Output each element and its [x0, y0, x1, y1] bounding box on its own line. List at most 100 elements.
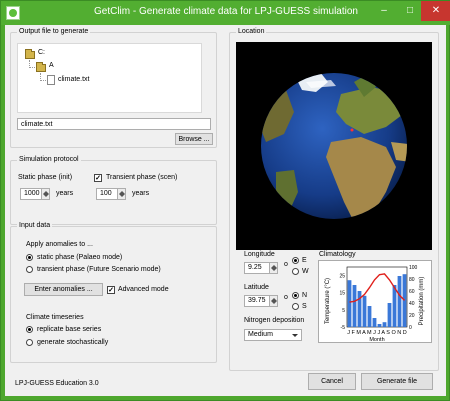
precipitation-bar-4 [362, 295, 367, 327]
static-phase-label: Static phase (init) [18, 174, 73, 181]
close-button[interactable]: ✕ [421, 1, 450, 21]
generate-stochastic-radio[interactable] [26, 339, 33, 346]
folder-icon [25, 49, 35, 59]
longitude-degree-symbol: o [284, 261, 288, 268]
longitude-east-radio[interactable] [292, 257, 299, 264]
tree-folder-label[interactable]: A [49, 62, 54, 69]
input-data-title: Input data [17, 222, 53, 229]
latitude-label: Latitude [244, 284, 269, 291]
temperature-ticks: -5 5 15 25 [339, 274, 345, 331]
transient-phase-checkbox[interactable]: ✓ [94, 174, 102, 182]
replicate-radio-label[interactable]: replicate base series [37, 326, 101, 333]
output-file-group: Output file to generate C: A climate.txt… [10, 28, 217, 148]
precipitation-ticks: 0 20 40 60 80 100 [409, 265, 418, 331]
advanced-mode-label[interactable]: Advanced mode [118, 286, 169, 293]
generate-file-button[interactable]: Generate file [361, 373, 433, 390]
tree-file-label[interactable]: climate.txt [58, 76, 90, 83]
file-icon [47, 75, 55, 85]
latitude-north-radio[interactable] [292, 292, 299, 299]
precipitation-tick-label: 0 [409, 325, 412, 331]
chevron-down-icon[interactable] [292, 334, 298, 337]
longitude-east-label[interactable]: E [302, 257, 307, 264]
app-window: GetClim - Generate climate data for LPJ-… [0, 0, 450, 401]
output-file-group-title: Output file to generate [17, 28, 91, 35]
climatology-title: Climatology [319, 251, 356, 258]
input-data-group: Input data Apply anomalies to ... static… [10, 222, 217, 363]
precipitation-tick-label: 40 [409, 301, 415, 307]
output-filename-input[interactable]: climate.txt [17, 118, 211, 130]
version-label: LPJ-GUESS Education 3.0 [15, 380, 99, 387]
temperature-tick-label: -5 [341, 325, 346, 331]
precipitation-tick-label: 100 [409, 265, 418, 271]
month-tick-labels: J F M A M J J A S O N D [347, 330, 407, 336]
transient-years-value[interactable]: 100 [100, 190, 112, 197]
longitude-value[interactable]: 9.25 [248, 264, 262, 271]
minimize-button[interactable]: – [371, 1, 397, 21]
transient-years-unit: years [132, 190, 150, 197]
static-phase-radio-label[interactable]: static phase (Palaeo mode) [37, 254, 122, 261]
generate-stochastic-radio-label[interactable]: generate stochastically [37, 339, 108, 346]
stepper-arrows-icon[interactable] [117, 188, 126, 200]
location-title: Location [236, 28, 267, 35]
precipitation-bar-12 [402, 274, 407, 327]
apply-anomalies-label: Apply anomalies to ... [26, 241, 93, 248]
replicate-radio[interactable] [26, 326, 33, 333]
cancel-button[interactable]: Cancel [308, 373, 356, 390]
climatology-chart-svg: Temperature (°C) Precipitation (mm) -5 5 1… [325, 265, 425, 343]
month-axis-label: Month [369, 337, 384, 343]
latitude-south-label[interactable]: S [302, 303, 307, 310]
static-phase-radio[interactable] [26, 254, 33, 261]
transient-phase-radio-label[interactable]: transient phase (Future Scenario mode) [37, 266, 161, 273]
precipitation-bar-5 [367, 306, 372, 327]
precipitation-bar-9 [387, 303, 392, 327]
nitrogen-deposition-label: Nitrogen deposition [244, 317, 305, 324]
precipitation-axis-label: Precipitation (mm) [419, 277, 425, 326]
enter-anomalies-button[interactable]: Enter anomalies ... [24, 283, 103, 296]
latitude-value[interactable]: 39.75 [248, 297, 266, 304]
stepper-arrows-icon[interactable] [269, 262, 278, 274]
transient-phase-label: Transient phase (scen) [106, 174, 178, 181]
precipitation-bar-8 [382, 322, 387, 327]
globe-graphic[interactable] [236, 42, 432, 250]
climatology-chart: Temperature (°C) Precipitation (mm) -5 5 1… [318, 260, 432, 343]
precipitation-tick-label: 80 [409, 277, 415, 283]
temperature-tick-label: 5 [342, 308, 345, 314]
globe-map[interactable] [236, 42, 432, 250]
folder-tree[interactable]: C: A climate.txt [17, 43, 202, 113]
precipitation-bar-7 [377, 324, 382, 327]
tree-connector [29, 60, 35, 68]
transient-phase-radio[interactable] [26, 266, 33, 273]
temperature-tick-label: 15 [339, 291, 345, 297]
longitude-west-label[interactable]: W [302, 268, 309, 275]
precipitation-tick-label: 20 [409, 313, 415, 319]
title-bar[interactable]: GetClim - Generate climate data for LPJ-… [1, 1, 450, 25]
precipitation-bar-11 [397, 276, 402, 327]
latitude-north-label[interactable]: N [302, 292, 307, 299]
longitude-stepper[interactable]: 9.25 [244, 262, 278, 274]
precipitation-bar-2 [352, 285, 357, 327]
latitude-degree-symbol: o [284, 294, 288, 301]
transient-years-stepper[interactable]: 100 [96, 188, 126, 200]
latitude-south-radio[interactable] [292, 303, 299, 310]
nitrogen-deposition-value[interactable]: Medium [248, 331, 273, 338]
longitude-west-radio[interactable] [292, 268, 299, 275]
simulation-protocol-group: Simulation protocol Static phase (init) … [10, 156, 217, 225]
nitrogen-deposition-select[interactable]: Medium [244, 329, 302, 341]
stepper-arrows-icon[interactable] [269, 295, 278, 307]
simulation-protocol-title: Simulation protocol [17, 156, 81, 163]
precipitation-bar-6 [372, 318, 377, 327]
precipitation-bar-10 [392, 285, 397, 327]
client-area: Output file to generate C: A climate.txt… [5, 25, 446, 396]
browse-button[interactable]: Browse ... [175, 133, 213, 145]
temperature-axis-label: Temperature (°C) [325, 278, 331, 324]
stepper-arrows-icon[interactable] [41, 188, 50, 200]
longitude-label: Longitude [244, 251, 275, 258]
maximize-button[interactable]: □ [397, 1, 423, 21]
latitude-stepper[interactable]: 39.75 [244, 295, 278, 307]
climate-timeseries-label: Climate timeseries [26, 314, 84, 321]
tree-root-label[interactable]: C: [38, 49, 45, 56]
location-marker-icon [350, 128, 354, 132]
static-years-value[interactable]: 1000 [24, 190, 40, 197]
advanced-mode-checkbox[interactable]: ✓ [107, 286, 115, 294]
static-years-stepper[interactable]: 1000 [20, 188, 50, 200]
